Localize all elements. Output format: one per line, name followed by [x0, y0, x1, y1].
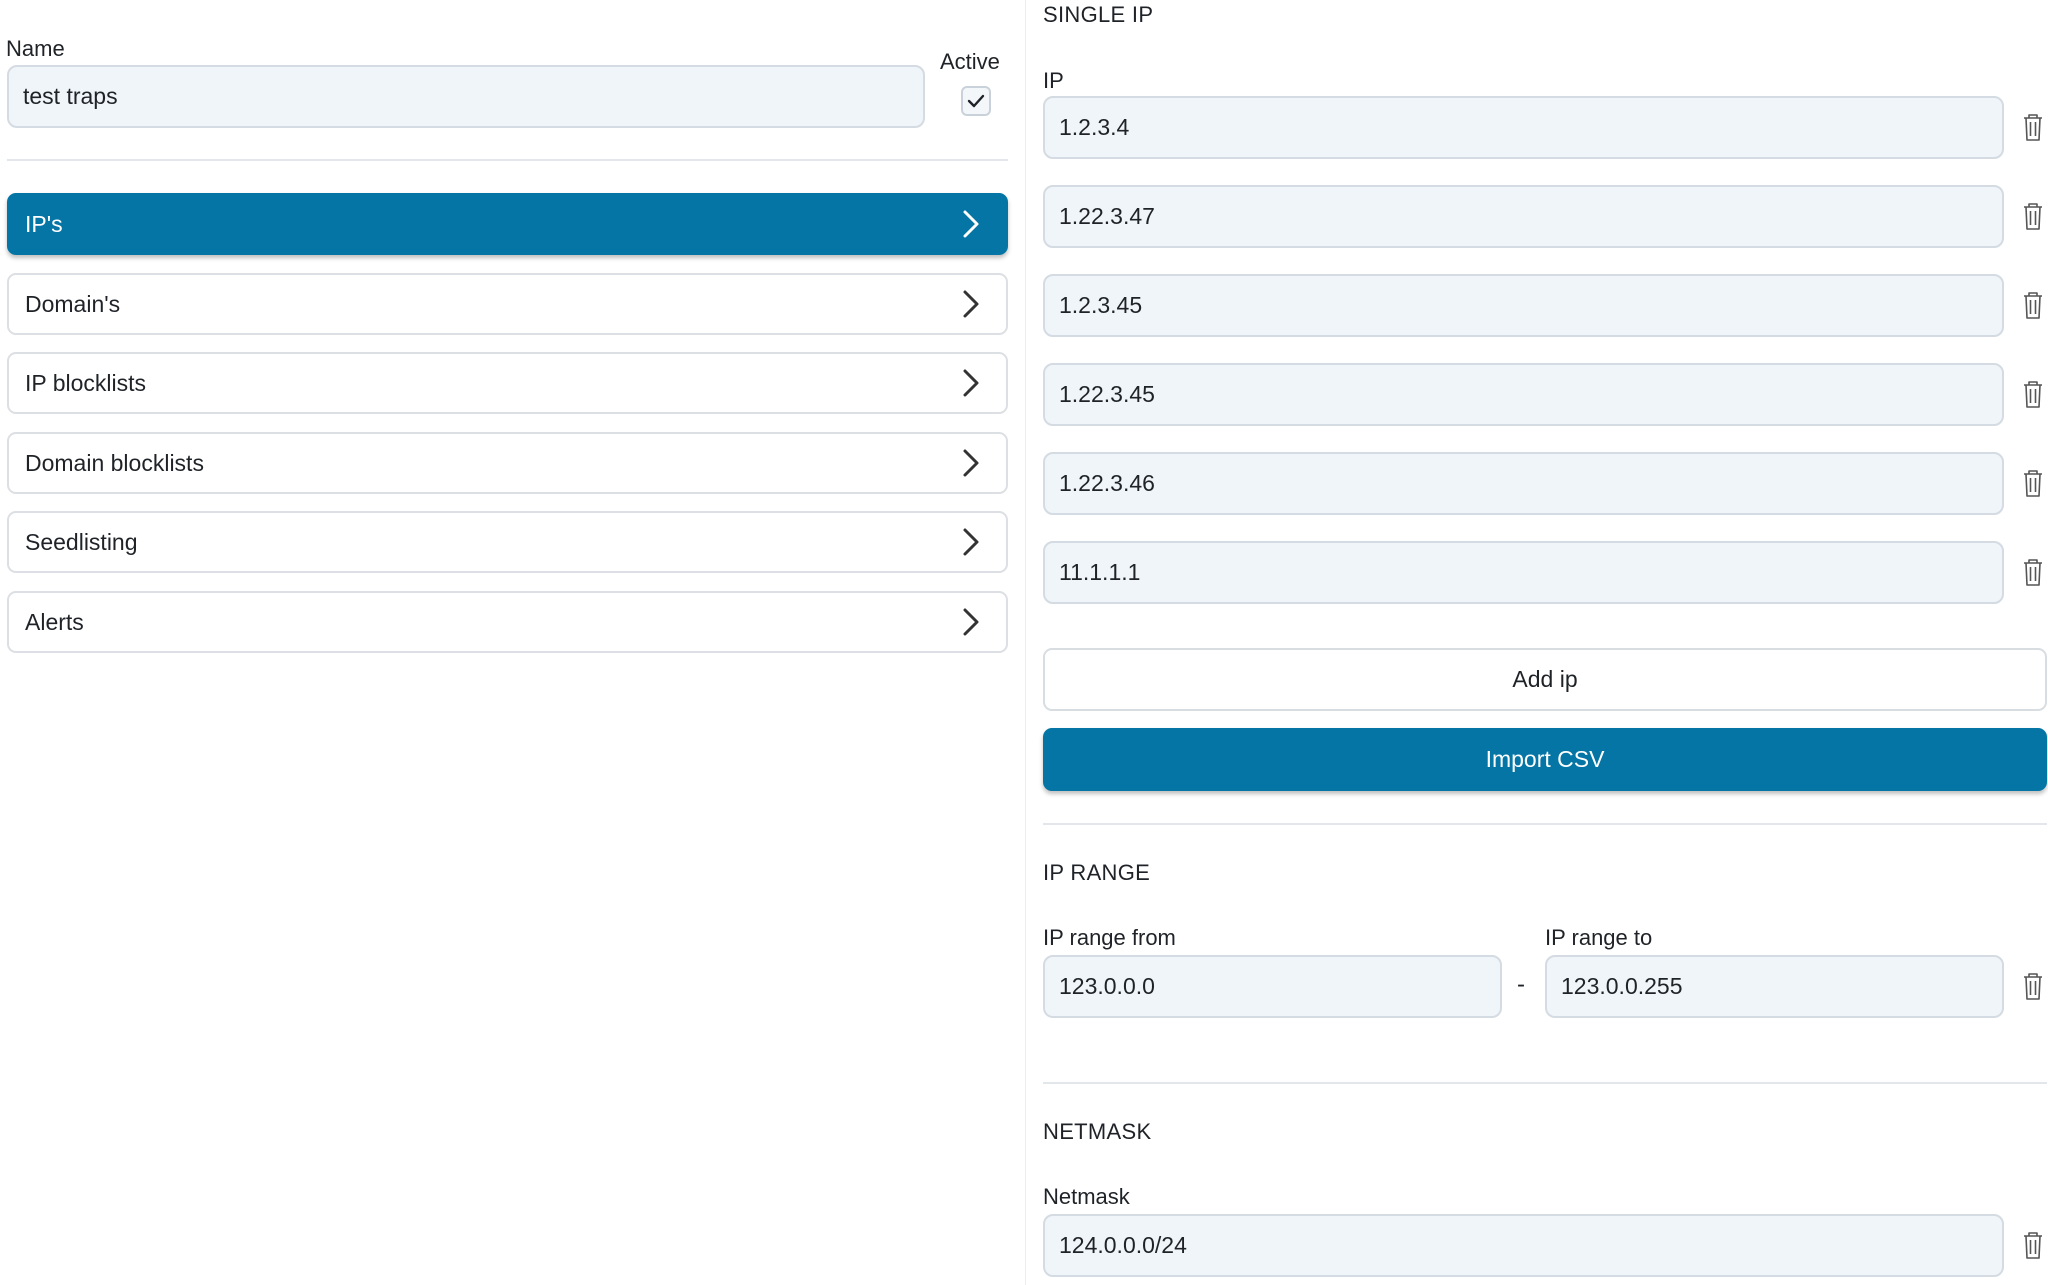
- chevron-right-icon: [960, 368, 982, 398]
- name-label: Name: [6, 36, 65, 61]
- chevron-right-icon: [960, 607, 982, 637]
- trash-icon[interactable]: [2021, 201, 2045, 231]
- divider: [1043, 823, 2047, 825]
- nav-item-seedlisting[interactable]: Seedlisting: [7, 511, 1008, 573]
- nav-item-label: Domain's: [25, 290, 121, 317]
- netmask-input[interactable]: 124.0.0.0/24: [1043, 1214, 2004, 1277]
- trash-icon[interactable]: [2021, 112, 2045, 142]
- ip-range-to-label: IP range to: [1545, 925, 1653, 950]
- ip-input[interactable]: 11.1.1.1: [1043, 541, 2004, 604]
- nav-item-ip-s[interactable]: IP's: [7, 193, 1008, 255]
- nav-item-domain-blocklists[interactable]: Domain blocklists: [7, 432, 1008, 494]
- nav-item-label: IP's: [25, 210, 63, 237]
- ip-input[interactable]: 1.22.3.47: [1043, 185, 2004, 248]
- nav-item-label: Seedlisting: [25, 528, 138, 555]
- chevron-right-icon: [960, 527, 982, 557]
- range-separator: -: [1517, 971, 1525, 998]
- trash-icon[interactable]: [2021, 468, 2045, 498]
- name-input[interactable]: test traps: [7, 65, 925, 128]
- single-ip-title: SINGLE IP: [1043, 2, 1154, 27]
- trash-icon[interactable]: [2021, 557, 2045, 587]
- ip-input[interactable]: 1.2.3.4: [1043, 96, 2004, 159]
- ip-input[interactable]: 1.2.3.45: [1043, 274, 2004, 337]
- nav-item-ip-blocklists[interactable]: IP blocklists: [7, 352, 1008, 414]
- nav-item-domain-s[interactable]: Domain's: [7, 273, 1008, 335]
- divider: [1043, 1082, 2047, 1084]
- checkmark-icon: [967, 94, 985, 108]
- left-pane: Name test traps Active IP's Domain's IP bl…: [0, 0, 1020, 1285]
- pane-divider: [1025, 0, 1026, 1285]
- ip-field-label: IP: [1043, 68, 1064, 93]
- add-ip-button[interactable]: Add ip: [1043, 648, 2047, 711]
- ip-input[interactable]: 1.22.3.45: [1043, 363, 2004, 426]
- trash-icon[interactable]: [2021, 971, 2045, 1001]
- ip-range-to-input[interactable]: 123.0.0.255: [1545, 955, 2004, 1018]
- chevron-right-icon: [960, 289, 982, 319]
- divider: [7, 159, 1008, 161]
- active-checkbox[interactable]: [961, 86, 991, 116]
- nav-item-label: Domain blocklists: [25, 449, 204, 476]
- import-csv-button[interactable]: Import CSV: [1043, 728, 2047, 791]
- nav-item-label: IP blocklists: [25, 369, 147, 396]
- netmask-field-label: Netmask: [1043, 1184, 1130, 1209]
- chevron-right-icon: [960, 209, 982, 239]
- nav-item-label: Alerts: [25, 608, 84, 635]
- active-label: Active: [940, 49, 1000, 74]
- ip-range-from-label: IP range from: [1043, 925, 1176, 950]
- page: Name test traps Active IP's Domain's IP bl…: [0, 0, 2048, 1285]
- trash-icon[interactable]: [2021, 290, 2045, 320]
- chevron-right-icon: [960, 448, 982, 478]
- ip-range-title: IP RANGE: [1043, 860, 1151, 885]
- ip-range-from-input[interactable]: 123.0.0.0: [1043, 955, 1502, 1018]
- netmask-title: NETMASK: [1043, 1119, 1152, 1144]
- trash-icon[interactable]: [2021, 1230, 2045, 1260]
- nav-item-alerts[interactable]: Alerts: [7, 591, 1008, 653]
- trash-icon[interactable]: [2021, 379, 2045, 409]
- ip-input[interactable]: 1.22.3.46: [1043, 452, 2004, 515]
